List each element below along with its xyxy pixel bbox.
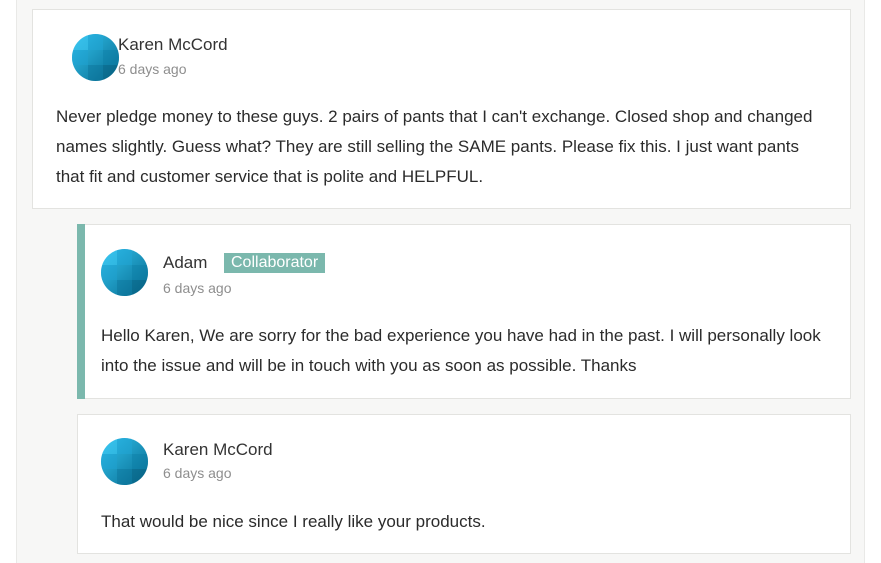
comment: Karen McCord 6 days ago Never pledge mon… [32,9,851,209]
collaborator-accent-bar [77,224,85,399]
comment-body: Never pledge money to these guys. 2 pair… [56,107,813,186]
comment-author[interactable]: Karen McCord [163,440,273,460]
avatar-icon[interactable] [101,438,148,485]
comment-author[interactable]: Adam [163,253,207,273]
comment-body: Hello Karen, We are sorry for the bad ex… [101,326,821,375]
avatar-icon[interactable] [72,34,119,81]
comment-timestamp[interactable]: 6 days ago [163,465,232,481]
comment-timestamp[interactable]: 6 days ago [163,280,232,296]
comment-author[interactable]: Karen McCord [118,35,228,55]
collaborator-badge: Collaborator [224,253,326,273]
comment-timestamp[interactable]: 6 days ago [118,61,187,77]
avatar-icon[interactable] [101,249,148,296]
comment-thread: Karen McCord 6 days ago Never pledge mon… [16,0,865,563]
reply-comment: Karen McCord 6 days ago That would be ni… [77,414,851,554]
comment-body: That would be nice since I really like y… [101,512,486,531]
reply-comment: Adam Collaborator 6 days ago Hello Karen… [77,224,851,399]
